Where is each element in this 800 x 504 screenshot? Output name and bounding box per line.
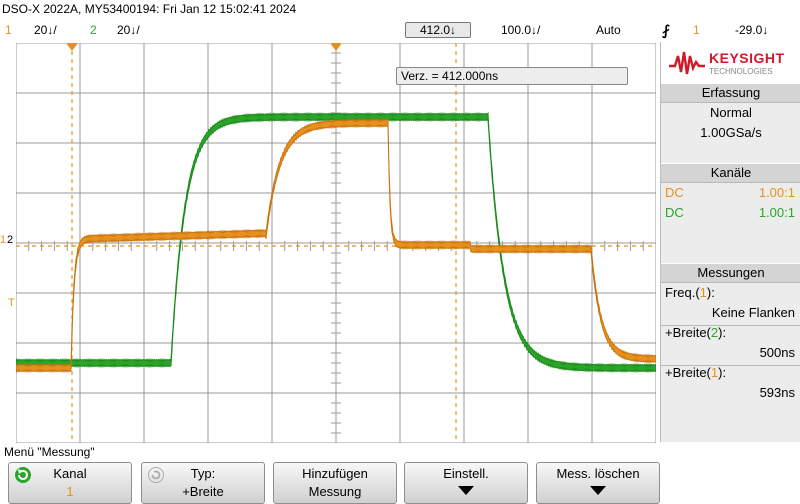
channel-status-bar: 1 20↓/ 2 20↓/ 412.0↓ 100.0↓/ Auto ⨏ 1 -2… xyxy=(0,22,800,40)
acquisition-mode: Normal xyxy=(710,105,752,120)
timebase-center-marker[interactable] xyxy=(330,43,342,51)
softkey-clear-label: Mess. löschen xyxy=(556,466,640,481)
keysight-wave-icon xyxy=(669,51,705,75)
acquisition-rate: 1.00GSa/s xyxy=(700,125,762,140)
ch2-number[interactable]: 2 xyxy=(90,23,97,37)
timebase-scale[interactable]: 100.0↓/ xyxy=(501,23,540,37)
trigger-position-marker[interactable] xyxy=(66,43,78,51)
softkey-add-value: Messung xyxy=(308,484,362,499)
brand-subtitle: TECHNOLOGIES xyxy=(709,67,773,76)
softkey-settings-label: Einstell. xyxy=(443,466,489,481)
ch1-ground-marker[interactable]: 1 xyxy=(0,234,6,246)
ch1-scale[interactable]: 20↓/ xyxy=(34,23,57,37)
rotate-knob-icon xyxy=(148,467,164,483)
trigger-level-marker[interactable]: T xyxy=(8,297,15,309)
ch1-number[interactable]: 1 xyxy=(5,23,12,37)
ch2-probe: 1.00:1 xyxy=(758,205,795,220)
acquisition-header: Erfassung xyxy=(661,83,800,103)
menu-title: Menü "Messung" xyxy=(4,445,95,459)
submenu-arrow-icon xyxy=(590,486,606,495)
trigger-mode[interactable]: Auto xyxy=(596,23,621,37)
waveform-display[interactable]: Verz. = 412.000ns xyxy=(16,43,656,443)
rotate-knob-icon xyxy=(15,467,31,483)
measurements-header: Messungen xyxy=(661,263,800,283)
softkey-add-label: Hinzufügen xyxy=(302,466,368,481)
timebase-delay[interactable]: 412.0↓ xyxy=(405,22,472,38)
measurement-2-value: 500ns xyxy=(759,345,795,360)
brand-logo: KEYSIGHT TECHNOLOGIES xyxy=(661,42,800,86)
ch2-coupling: DC xyxy=(665,205,684,220)
measurement-1-value: Keine Flanken xyxy=(711,305,795,320)
channels-header: Kanäle xyxy=(661,163,800,183)
softkey-add-measurement[interactable]: Hinzufügen Messung xyxy=(273,462,397,504)
measurement-2-label: +Breite(2): xyxy=(665,325,727,340)
measurement-3-value: 593ns xyxy=(759,385,795,400)
measurement-1-label: Freq.(1): xyxy=(665,285,715,300)
softkey-settings[interactable]: Einstell. xyxy=(404,462,528,504)
ch-ground-marker[interactable]: 2 xyxy=(7,234,13,246)
ch2-scale[interactable]: 20↓/ xyxy=(117,23,140,37)
submenu-arrow-icon xyxy=(458,486,474,495)
rising-edge-icon: ⨏ xyxy=(662,22,670,38)
softkey-channel-value: 1 xyxy=(66,484,74,499)
softkey-channel[interactable]: Kanal 1 xyxy=(8,462,132,504)
delay-readout: Verz. = 412.000ns xyxy=(396,67,628,85)
side-panel: KEYSIGHT TECHNOLOGIES Erfassung Normal 1… xyxy=(660,42,800,442)
brand-name: KEYSIGHT xyxy=(709,50,785,66)
ch1-coupling: DC xyxy=(665,185,684,200)
softkey-type[interactable]: Typ: +Breite xyxy=(141,462,265,504)
measurement-3-label: +Breite(1): xyxy=(665,365,727,380)
waveform-svg xyxy=(16,43,656,443)
softkey-clear-measurements[interactable]: Mess. löschen xyxy=(536,462,660,504)
softkey-type-value: +Breite xyxy=(182,484,224,499)
trigger-channel[interactable]: 1 xyxy=(693,23,700,37)
trigger-level[interactable]: -29.0↓ xyxy=(735,23,768,37)
ch1-probe: 1.00:1 xyxy=(758,185,795,200)
window-title: DSO-X 2022A, MY53400194: Fri Jan 12 15:0… xyxy=(2,2,297,16)
